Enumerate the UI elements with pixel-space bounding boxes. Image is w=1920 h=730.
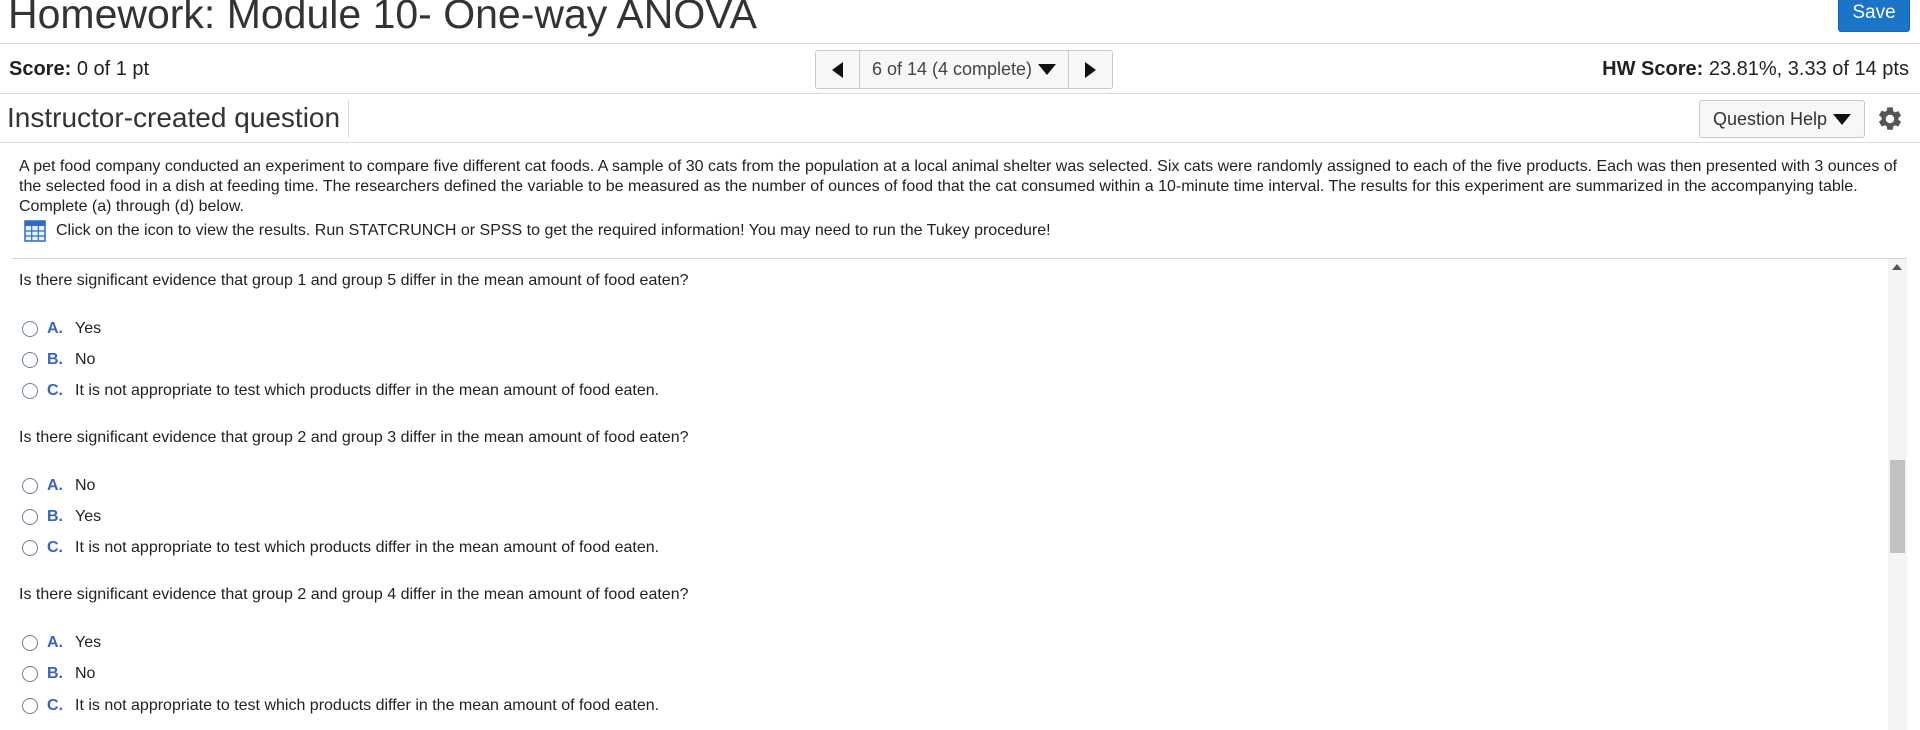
previous-question-button[interactable] [816,51,860,88]
question-help-button[interactable]: Question Help [1699,100,1865,138]
q2-option-a[interactable]: A. No [22,476,95,496]
option-letter: B. [47,351,63,368]
radio-button[interactable] [22,321,38,337]
option-label: No [75,665,96,682]
option-label: No [75,477,96,494]
scroll-up-arrow-icon[interactable] [1892,264,1902,270]
hw-score: HW Score: 23.81%, 3.33 of 14 pts [1602,58,1909,81]
option-label: Yes [75,320,102,337]
radio-button[interactable] [22,478,38,494]
radio-button[interactable] [22,352,38,368]
hw-score-label: HW Score: [1602,58,1704,80]
option-label: Yes [75,508,102,525]
question-3-text: Is there significant evidence that group… [19,586,689,603]
question-type-title: Instructor-created question [7,100,350,138]
option-letter: C. [47,382,63,399]
save-button[interactable]: Save [1838,0,1910,32]
option-label: It is not appropriate to test which prod… [75,697,660,714]
radio-button[interactable] [22,509,38,525]
option-letter: C. [47,697,63,714]
page-title: Homework: Module 10- One-way ANOVA [8,0,757,37]
option-label: It is not appropriate to test which prod… [75,382,660,399]
q3-option-c[interactable]: C. It is not appropriate to test which p… [22,696,659,716]
option-letter: B. [47,665,63,682]
q3-option-a[interactable]: A. Yes [22,633,101,653]
score-bar: Score: 0 of 1 pt 6 of 14 (4 complete) HW… [0,45,1920,94]
q1-option-a[interactable]: A. Yes [22,319,101,339]
question-select-dropdown[interactable]: 6 of 14 (4 complete) [860,51,1068,88]
gear-icon[interactable] [1876,105,1904,133]
option-letter: A. [47,477,63,494]
results-instruction-text: Click on the icon to view the results. R… [56,222,1051,239]
score-label: Score: [9,58,72,80]
option-label: It is not appropriate to test which prod… [75,539,660,556]
question-1-text: Is there significant evidence that group… [19,272,689,289]
section-divider [12,258,1907,259]
q2-option-c[interactable]: C. It is not appropriate to test which p… [22,538,659,558]
q3-option-b[interactable]: B. No [22,664,95,684]
radio-button[interactable] [22,540,38,556]
arrow-left-icon [832,61,843,78]
results-link-line: Click on the icon to view the results. R… [24,220,1051,242]
option-letter: A. [47,320,63,337]
option-label: Yes [75,634,102,651]
caret-down-icon [1833,113,1852,125]
radio-button[interactable] [22,383,38,399]
option-label: No [75,351,96,368]
question-navigator: 6 of 14 (4 complete) [815,50,1113,89]
data-table-icon[interactable] [24,220,46,242]
q1-option-b[interactable]: B. No [22,350,95,370]
radio-button[interactable] [22,698,38,714]
question-2-text: Is there significant evidence that group… [19,429,689,446]
question-help-label: Question Help [1712,108,1828,129]
q1-option-c[interactable]: C. It is not appropriate to test which p… [22,381,659,401]
option-letter: B. [47,508,63,525]
title-bar: Homework: Module 10- One-way ANOVA Save [0,0,1920,44]
question-score: Score: 0 of 1 pt [9,58,149,81]
scrollbar-thumb[interactable] [1890,460,1905,553]
problem-statement: A pet food company conducted an experime… [19,158,1898,215]
question-header: Instructor-created question Question Hel… [0,95,1920,143]
option-letter: A. [47,634,63,651]
option-letter: C. [47,539,63,556]
question-position: 6 of 14 (4 complete) [871,59,1033,79]
next-question-button[interactable] [1068,51,1112,88]
caret-down-icon [1038,64,1057,75]
radio-button[interactable] [22,635,38,651]
q2-option-b[interactable]: B. Yes [22,507,101,527]
score-value: 0 of 1 pt [76,58,150,80]
radio-button[interactable] [22,666,38,682]
arrow-right-icon [1085,61,1096,78]
hw-score-value: 23.81%, 3.33 of 14 pts [1708,58,1909,80]
